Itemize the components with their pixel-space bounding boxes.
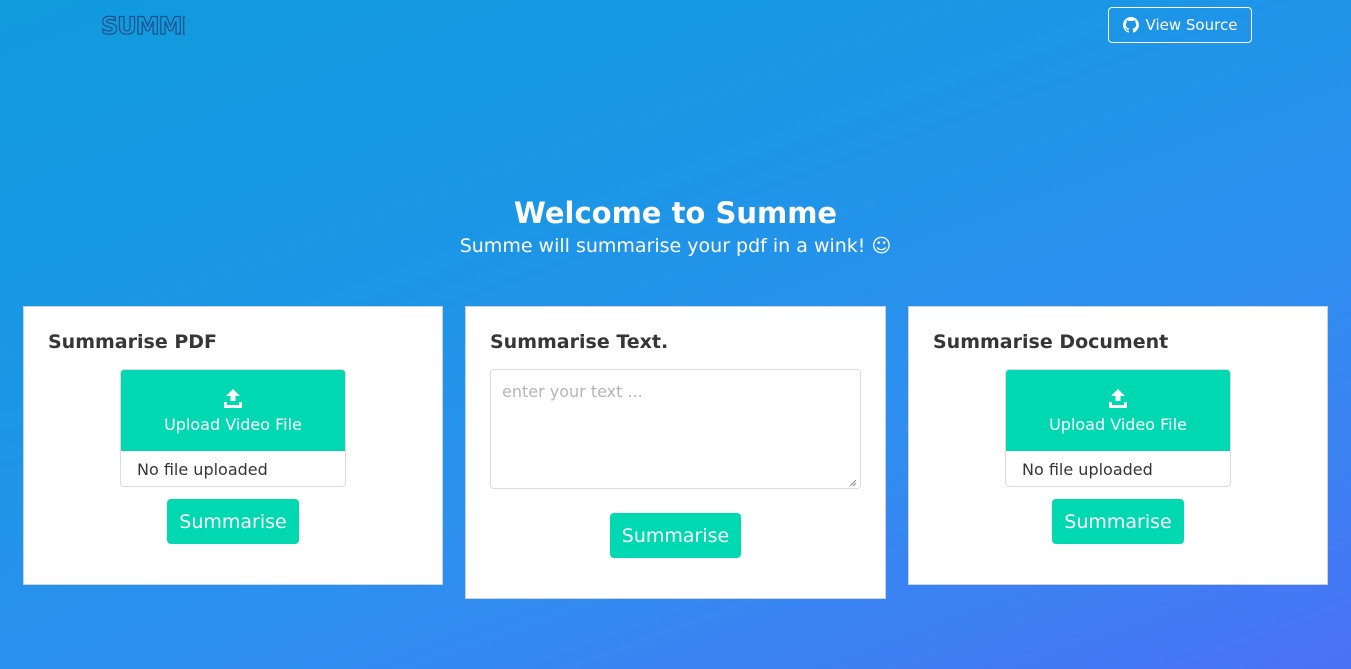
hero-section: Welcome to Summe Summe will summarise yo…: [0, 196, 1351, 258]
summarise-document-button[interactable]: Summarise: [1052, 499, 1184, 544]
upload-icon: [1109, 389, 1127, 408]
upload-button[interactable]: Upload Video File: [1006, 370, 1230, 451]
document-file-upload[interactable]: Upload Video File No file uploaded: [1005, 369, 1231, 487]
card-title: Summarise Document: [933, 331, 1169, 353]
summarise-pdf-card: Summarise PDF Upload Video File No file …: [23, 306, 443, 585]
card-title: Summarise Text.: [490, 331, 669, 353]
text-input[interactable]: enter your text ...: [490, 369, 861, 489]
card-title: Summarise PDF: [48, 331, 217, 353]
upload-label: Upload Video File: [164, 415, 302, 434]
file-name-status: No file uploaded: [1022, 459, 1153, 479]
svg-text:SUMME: SUMME: [101, 12, 185, 40]
summe-logo[interactable]: SUMME: [99, 10, 185, 40]
file-name-status: No file uploaded: [137, 459, 268, 479]
pdf-file-upload[interactable]: Upload Video File No file uploaded: [120, 369, 346, 487]
upload-label: Upload Video File: [1049, 415, 1187, 434]
view-source-label: View Source: [1145, 16, 1238, 34]
page-subtitle: Summe will summarise your pdf in a wink!…: [459, 235, 892, 257]
summarise-pdf-button[interactable]: Summarise: [167, 499, 299, 544]
github-icon: [1122, 17, 1139, 33]
summarise-text-button[interactable]: Summarise: [610, 513, 741, 558]
summarise-text-card: Summarise Text. enter your text ... Summ…: [465, 306, 886, 599]
resize-grip-icon[interactable]: [849, 479, 857, 487]
view-source-button[interactable]: View Source: [1108, 7, 1252, 43]
page-title: Welcome to Summe: [513, 196, 838, 230]
upload-button[interactable]: Upload Video File: [121, 370, 345, 451]
summarise-document-card: Summarise Document Upload Video File No …: [908, 306, 1328, 585]
upload-icon: [224, 389, 242, 408]
